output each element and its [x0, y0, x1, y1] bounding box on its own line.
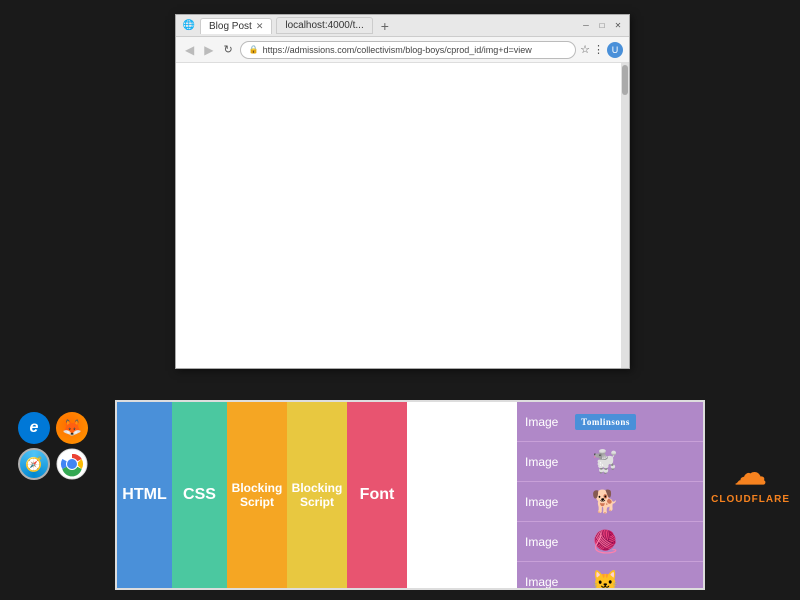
image-thumb-1: Tomlinsons — [583, 404, 628, 439]
blocking-script-2-column: BlockingScript — [287, 402, 347, 588]
close-button[interactable]: ✕ — [613, 21, 623, 31]
browser-icons: e 🦊 🧭 ⬤ — [18, 412, 88, 480]
minimize-button[interactable]: ─ — [581, 21, 591, 31]
image-thumb-4: 🧶 — [583, 524, 628, 559]
new-tab-button[interactable]: + — [377, 18, 393, 34]
ie-label: e — [30, 419, 39, 437]
url-text: https://admissions.com/collectivism/blog… — [263, 45, 532, 55]
image-row-5: Image 🐱 — [517, 562, 703, 590]
restore-button[interactable]: □ — [597, 21, 607, 31]
safari-browser-icon: 🧭 — [18, 448, 50, 480]
image-row-3: Image 🐕 — [517, 482, 703, 522]
reload-button[interactable]: ↻ — [220, 42, 235, 57]
browser-tab-active[interactable]: Blog Post ✕ — [200, 18, 272, 34]
forward-button[interactable]: ▶ — [201, 42, 216, 58]
css-column: CSS — [172, 402, 227, 588]
profile-icon[interactable]: U — [607, 42, 623, 58]
safari-label: 🧭 — [25, 456, 42, 473]
image-row-2: Image 🐩 — [517, 442, 703, 482]
yarn-icon: 🧶 — [592, 529, 619, 555]
tab-label: Blog Post — [209, 21, 252, 32]
resource-columns: HTML CSS BlockingScript BlockingScript F… — [117, 402, 517, 588]
back-button[interactable]: ◀ — [182, 42, 197, 58]
settings-icon[interactable]: ⋮ — [593, 43, 604, 56]
browser-icon-row-1: e 🦊 — [18, 412, 88, 444]
image-label-4: Image — [525, 535, 575, 549]
image-label-3: Image — [525, 495, 575, 509]
dog-icon: 🐕 — [592, 489, 619, 515]
tab-label-2: localhost:4000/t... — [285, 20, 363, 31]
image-thumb-5: 🐱 — [583, 564, 628, 590]
html-label: HTML — [122, 486, 166, 504]
cloudflare-cloud-icon: ☁ — [735, 454, 767, 492]
browser-titlebar: 🌐 Blog Post ✕ localhost:4000/t... + ─ □ … — [176, 15, 629, 37]
html-column: HTML — [117, 402, 172, 588]
poodle-icon: 🐩 — [592, 449, 619, 475]
image-row-4: Image 🧶 — [517, 522, 703, 562]
blocking-script-1-column: BlockingScript — [227, 402, 287, 588]
blocking-script-2-label: BlockingScript — [292, 481, 343, 510]
security-icon: 🔒 — [249, 45, 259, 54]
chrome-svg — [56, 448, 88, 480]
ie-browser-icon: e — [18, 412, 50, 444]
cat-icon: 🐱 — [592, 569, 619, 591]
browser-navbar: ◀ ▶ ↻ 🔒 https://admissions.com/collectiv… — [176, 37, 629, 63]
font-column: Font — [347, 402, 407, 588]
scrollbar-thumb[interactable] — [622, 65, 628, 95]
browser-content — [176, 63, 629, 368]
image-label-5: Image — [525, 575, 575, 589]
image-label-2: Image — [525, 455, 575, 469]
css-label: CSS — [183, 486, 216, 504]
image-thumb-2: 🐩 — [583, 444, 628, 479]
blocking-script-1-label: BlockingScript — [232, 481, 283, 510]
favicon-icon: 🌐 — [183, 20, 195, 31]
browser-window: 🌐 Blog Post ✕ localhost:4000/t... + ─ □ … — [175, 14, 630, 369]
firefox-browser-icon: 🦊 — [56, 412, 88, 444]
resource-panel: HTML CSS BlockingScript BlockingScript F… — [115, 400, 705, 590]
address-bar[interactable]: 🔒 https://admissions.com/collectivism/bl… — [240, 41, 576, 59]
image-row-1: Image Tomlinsons — [517, 402, 703, 442]
tomlinsons-logo: Tomlinsons — [575, 414, 636, 430]
tab-close-button[interactable]: ✕ — [256, 21, 264, 32]
image-thumb-3: 🐕 — [583, 484, 628, 519]
cloudflare-logo: ☁ CLOUDFLARE — [711, 454, 790, 505]
font-label: Font — [360, 486, 395, 504]
browser-tab-inactive[interactable]: localhost:4000/t... — [276, 17, 372, 34]
browser-icon-row-2: 🧭 ⬤ — [18, 448, 88, 480]
browser-actions: ☆ ⋮ U — [580, 42, 623, 58]
browser-favicon: 🌐 — [182, 19, 196, 33]
window-controls: ─ □ ✕ — [581, 21, 623, 31]
chrome-browser-icon: ⬤ — [56, 448, 88, 480]
firefox-label: 🦊 — [62, 418, 82, 438]
cloudflare-text: CLOUDFLARE — [711, 494, 790, 505]
scrollbar[interactable] — [621, 63, 629, 368]
image-grid: Image Tomlinsons Image 🐩 Image 🐕 Image 🧶 — [517, 402, 703, 588]
image-label-1: Image — [525, 415, 575, 429]
star-icon[interactable]: ☆ — [580, 43, 590, 56]
